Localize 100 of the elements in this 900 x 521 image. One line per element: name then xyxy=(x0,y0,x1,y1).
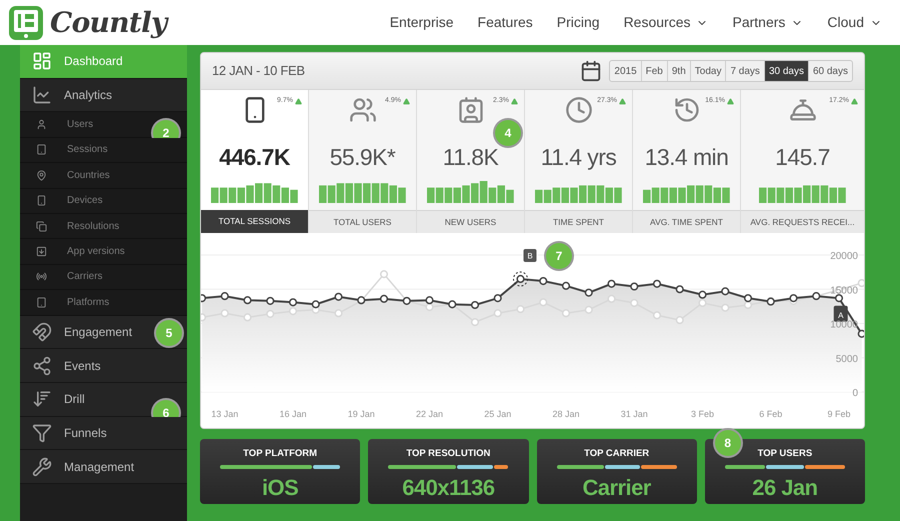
sidebar-label: Engagement xyxy=(64,324,132,341)
period-button[interactable]: Today xyxy=(690,61,726,81)
sidebar-label: Funnels xyxy=(64,424,107,442)
sidebar-item[interactable]: Engagement 5 xyxy=(20,316,187,350)
metric-tab[interactable]: NEW USERS xyxy=(417,210,524,233)
sidebar-subitem[interactable]: Platforms xyxy=(20,290,187,316)
clock-icon xyxy=(564,96,592,124)
period-button[interactable]: 9th xyxy=(666,61,690,81)
contact-icon xyxy=(456,96,484,124)
y-tick-label: 15000 xyxy=(830,285,858,296)
period-button[interactable]: 60 days xyxy=(808,61,852,81)
tile-title: TOP PLATFORM xyxy=(243,447,318,461)
tile-value: Carrier xyxy=(582,474,651,502)
point xyxy=(425,296,434,304)
point xyxy=(220,292,229,300)
sort-icon xyxy=(32,389,52,410)
point xyxy=(607,294,616,303)
metric-tab[interactable]: TOTAL USERS xyxy=(309,210,416,233)
sidebar-subitem[interactable]: App versions xyxy=(20,239,187,265)
phone-icon xyxy=(36,195,47,206)
point xyxy=(425,303,434,312)
period-button[interactable]: 30 days xyxy=(764,61,808,81)
sidebar-item[interactable]: Analytics xyxy=(20,78,187,112)
logo-icon xyxy=(8,4,44,40)
map-pin-icon xyxy=(36,170,47,181)
sidebar-label: Carriers xyxy=(67,270,103,284)
period-button[interactable]: 2015 xyxy=(610,61,641,81)
tools-icon xyxy=(32,456,52,477)
sidebar-label: Countries xyxy=(67,168,110,183)
nav-link[interactable]: Partners xyxy=(732,12,804,33)
point xyxy=(584,288,593,297)
point xyxy=(744,300,752,310)
sidebar-label: Sessions xyxy=(67,143,108,158)
point xyxy=(266,296,274,305)
sidebar-item[interactable]: Drill 6 xyxy=(20,382,187,417)
sidebar-label: Users xyxy=(67,118,94,132)
sidebar-label: Management xyxy=(64,458,134,476)
metric-tab[interactable]: TIME SPENT xyxy=(525,210,632,233)
up-triangle-icon xyxy=(727,98,734,105)
y-tick-label: 0 xyxy=(852,388,858,399)
tile-value: 640x1136 xyxy=(402,474,495,502)
sidebar-item[interactable]: Funnels xyxy=(20,416,187,450)
step-badge: 5 xyxy=(156,320,182,346)
point xyxy=(789,294,798,302)
tile-title: TOP USERS xyxy=(758,447,812,461)
metric-tab[interactable]: TOTAL SESSIONS xyxy=(201,210,308,233)
user-icon xyxy=(36,119,47,130)
nav-link[interactable]: Cloud xyxy=(827,12,882,33)
x-tick-label: 9 Feb xyxy=(828,409,850,419)
nav-link[interactable]: Resources xyxy=(624,12,708,33)
x-tick-label: 6 Feb xyxy=(759,409,782,419)
point xyxy=(380,270,388,278)
x-tick-label: 22 Jan xyxy=(416,409,444,419)
point xyxy=(539,276,548,286)
x-tick-label: 19 Jan xyxy=(348,409,375,419)
funnel-icon xyxy=(32,422,52,443)
nav-link[interactable]: Features xyxy=(478,12,533,33)
sidebar-subitem[interactable]: Carriers xyxy=(20,264,187,290)
nav-link[interactable]: Pricing xyxy=(556,12,600,33)
point xyxy=(721,287,730,296)
point xyxy=(721,304,730,312)
metric-value: 11.4 yrs xyxy=(540,143,616,172)
step-badge: 8 xyxy=(714,430,741,456)
sidebar-label: Resolutions xyxy=(67,220,120,234)
metric-tab[interactable]: AVG. REQUESTS RECEI... xyxy=(741,210,864,233)
period-title: 12 JAN - 10 FEB xyxy=(212,62,305,80)
point xyxy=(334,292,343,301)
sidebar-item[interactable]: Management xyxy=(20,450,187,484)
metric-value: 145.7 xyxy=(775,143,830,172)
metric-tab[interactable]: AVG. TIME SPENT xyxy=(633,210,740,233)
point xyxy=(698,298,707,307)
point xyxy=(470,318,480,326)
sidebar-subitem[interactable]: Resolutions xyxy=(20,214,187,240)
download-box-icon xyxy=(36,246,47,258)
point xyxy=(243,296,252,304)
point xyxy=(630,282,638,291)
calendar-icon[interactable] xyxy=(580,60,602,82)
point xyxy=(676,285,684,294)
x-tick-label: 3 Feb xyxy=(691,409,714,419)
point xyxy=(288,298,298,306)
nav-link[interactable]: Enterprise xyxy=(390,12,454,33)
step-badge: 7 xyxy=(546,243,572,269)
point xyxy=(607,280,616,288)
up-triangle-icon xyxy=(619,98,626,105)
point xyxy=(834,294,844,302)
x-tick-label: 31 Jan xyxy=(620,409,648,419)
point xyxy=(744,294,752,302)
sidebar-subitem[interactable]: Countries xyxy=(20,163,187,189)
share-icon xyxy=(32,356,52,376)
sidebar-item[interactable]: Events xyxy=(20,349,187,383)
annotation: A xyxy=(838,310,844,320)
brand-name: Countly xyxy=(50,4,167,40)
point xyxy=(676,316,684,324)
point xyxy=(334,309,343,318)
up-triangle-icon xyxy=(403,98,410,105)
sidebar-subitem[interactable]: Devices xyxy=(20,188,187,214)
sidebar-label: App versions xyxy=(67,245,125,260)
period-button[interactable]: Feb xyxy=(640,61,667,81)
sidebar-subitem[interactable]: Users 2 xyxy=(20,112,187,138)
sidebar-subitem[interactable]: Sessions xyxy=(20,138,187,164)
